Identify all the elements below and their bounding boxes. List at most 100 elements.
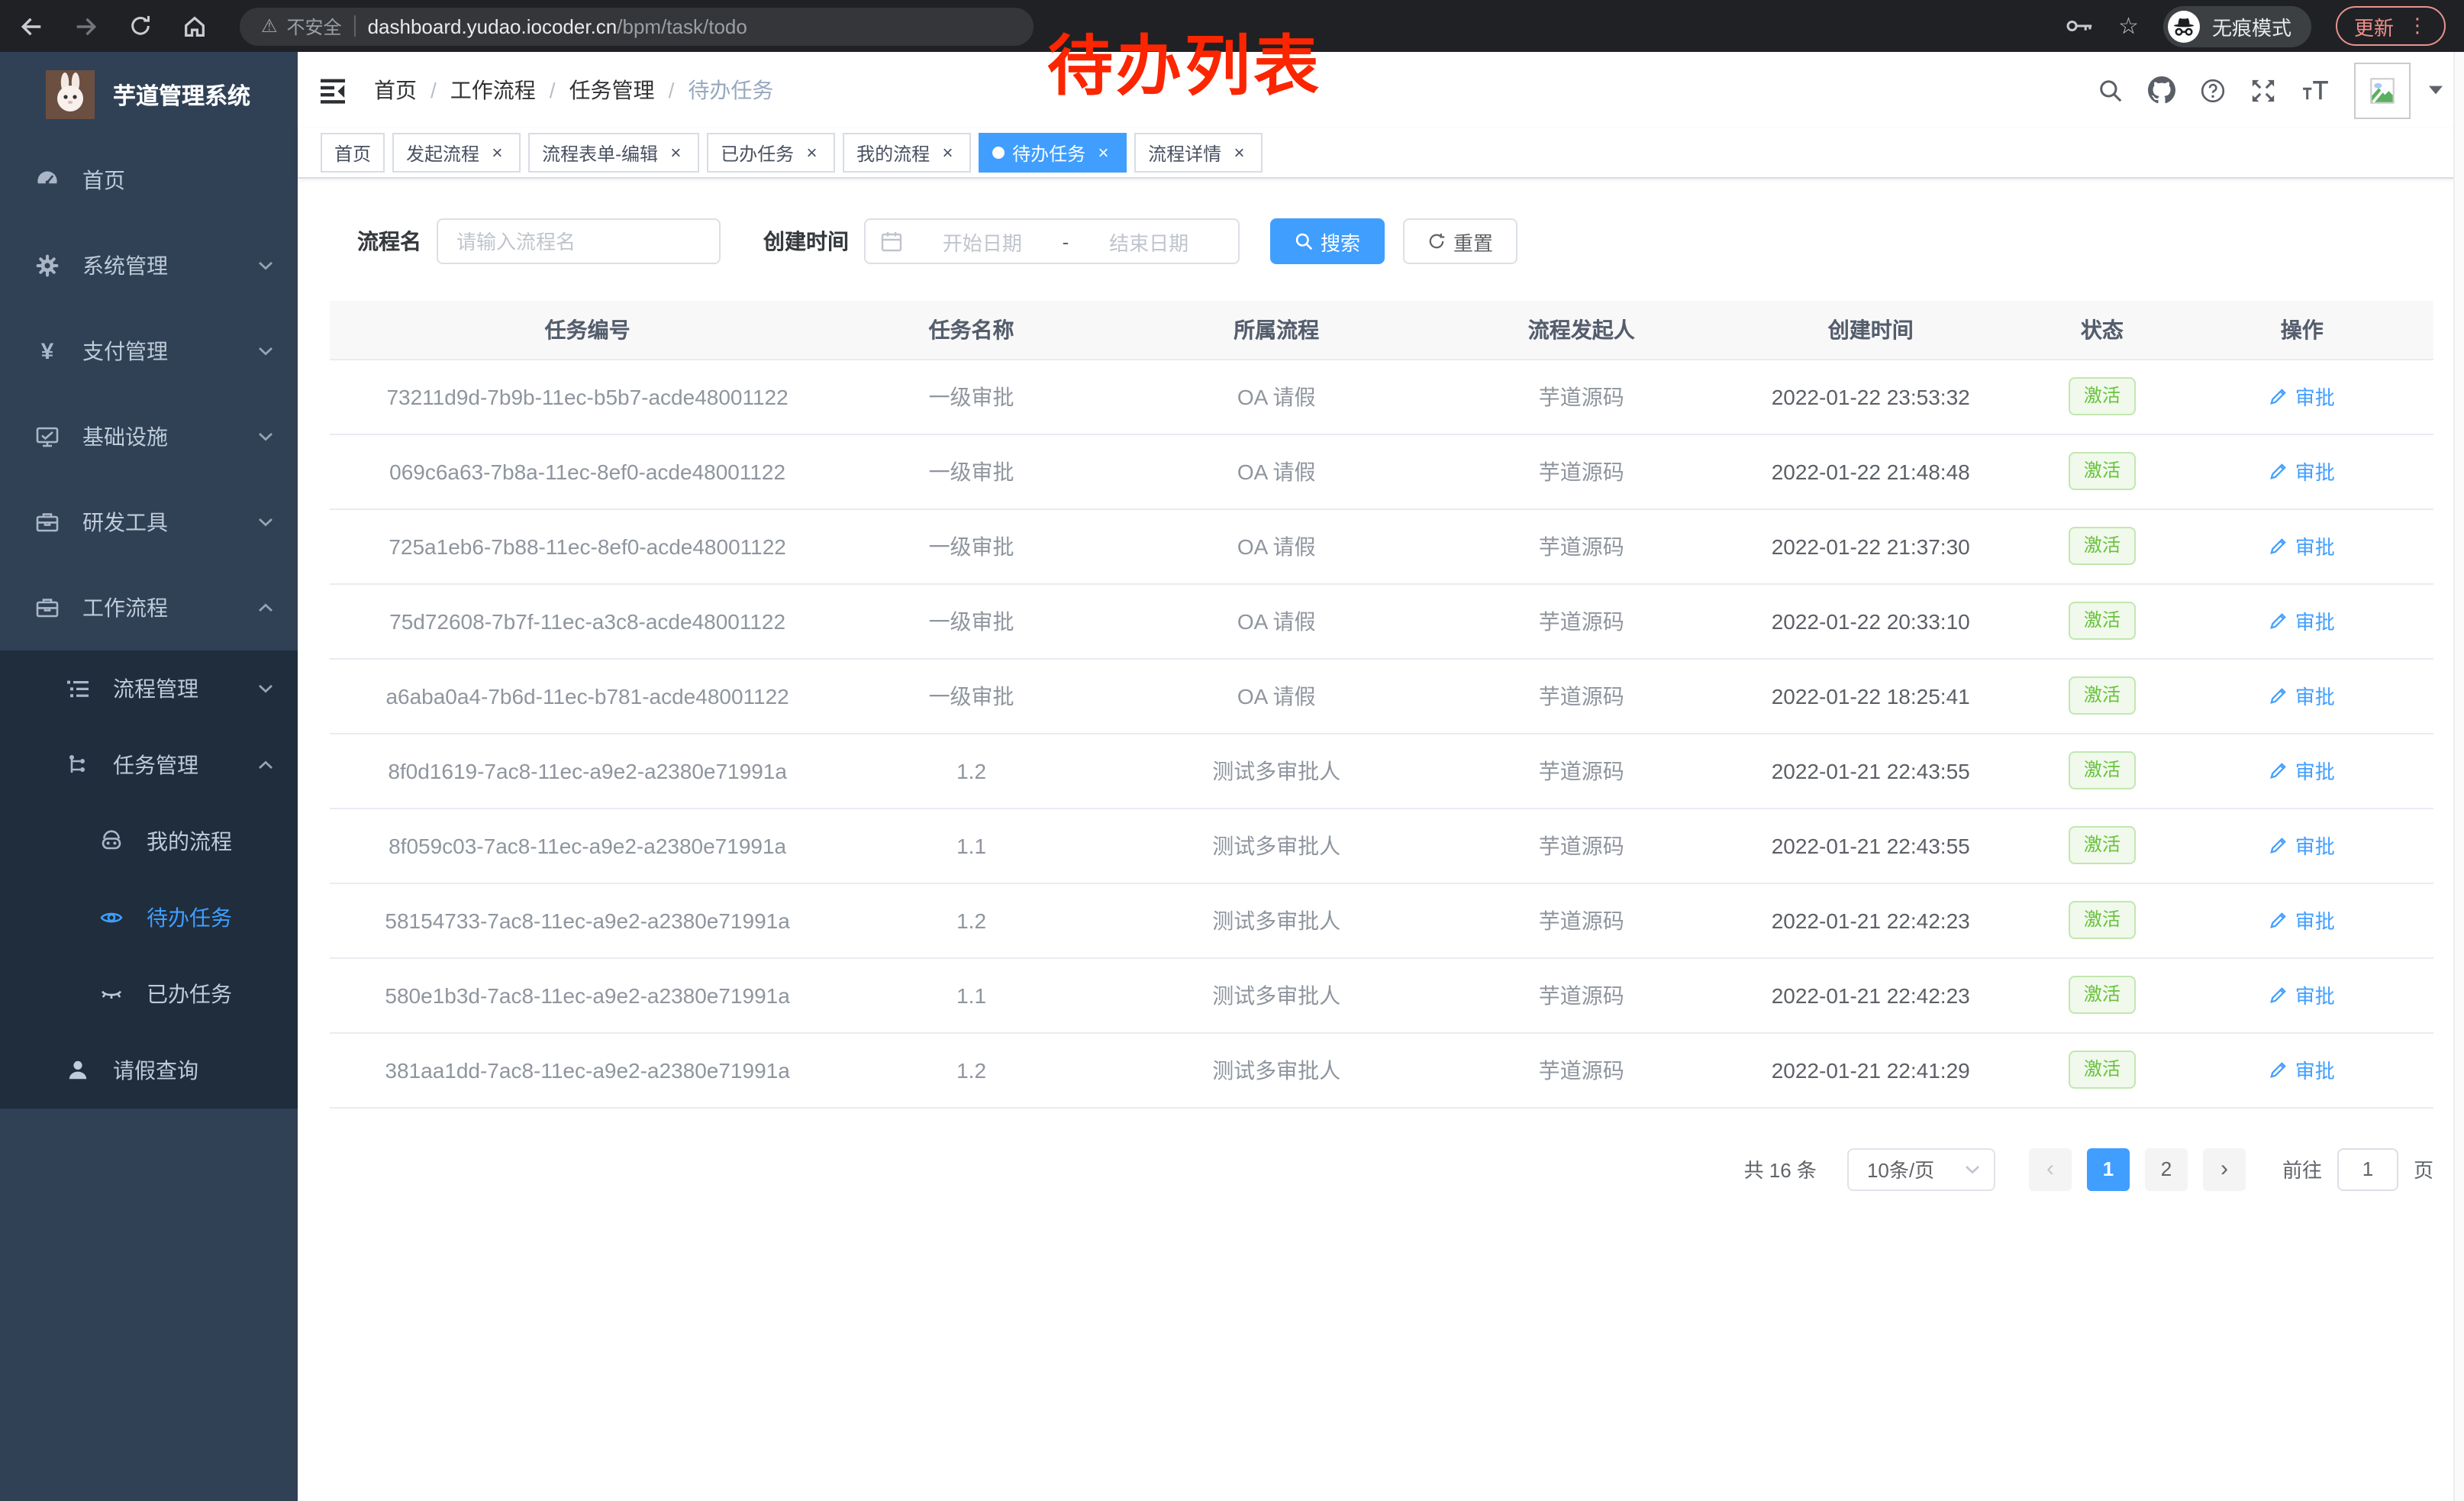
page-size-value: 10条/页 bbox=[1867, 1154, 1934, 1183]
sidebar-item-payment[interactable]: ¥ 支付管理 bbox=[0, 308, 298, 394]
approve-label: 审批 bbox=[2295, 531, 2335, 560]
security-chip[interactable]: ⚠ 不安全 bbox=[261, 13, 342, 39]
approve-link[interactable]: 审批 bbox=[2269, 831, 2335, 860]
tab-my-process[interactable]: 我的流程 bbox=[843, 133, 971, 173]
sidebar-item-label: 任务管理 bbox=[113, 750, 198, 780]
sidebar-item-label: 待办任务 bbox=[147, 902, 232, 933]
cell-task-id: 069c6a63-7b8a-11ec-8ef0-acde48001122 bbox=[330, 434, 845, 508]
approve-link[interactable]: 审批 bbox=[2269, 905, 2335, 934]
approve-link[interactable]: 审批 bbox=[2269, 531, 2335, 560]
update-button[interactable]: 更新 ⋮ bbox=[2336, 6, 2446, 46]
chevron-up-icon bbox=[258, 603, 273, 612]
tab-label: 流程详情 bbox=[1148, 140, 1221, 166]
github-icon[interactable] bbox=[2148, 76, 2175, 104]
bookmark-star-icon[interactable]: ☆ bbox=[2118, 12, 2139, 40]
approve-link[interactable]: 审批 bbox=[2269, 457, 2335, 486]
page-size-select[interactable]: 10条/页 bbox=[1847, 1148, 1995, 1190]
next-page-button[interactable]: › bbox=[2203, 1148, 2246, 1190]
close-icon[interactable] bbox=[666, 143, 685, 163]
close-icon[interactable] bbox=[1093, 143, 1113, 163]
caret-down-icon[interactable] bbox=[2429, 86, 2443, 95]
close-icon[interactable] bbox=[487, 143, 507, 163]
sidebar-item-done-tasks[interactable]: 已办任务 bbox=[0, 956, 298, 1032]
home-icon[interactable] bbox=[182, 13, 208, 39]
status-badge: 激活 bbox=[2069, 976, 2136, 1013]
approve-link[interactable]: 审批 bbox=[2269, 980, 2335, 1009]
tab-process-detail[interactable]: 流程详情 bbox=[1134, 133, 1263, 173]
create-time-label: 创建时间 bbox=[763, 226, 849, 257]
sidebar-collapse-icon[interactable] bbox=[319, 76, 347, 104]
tab-todo-tasks[interactable]: 待办任务 bbox=[979, 133, 1127, 173]
sidebar-item-task-management[interactable]: 任务管理 bbox=[0, 727, 298, 803]
sidebar-item-leave-query[interactable]: 请假查询 bbox=[0, 1032, 298, 1109]
sidebar: 芋道管理系统 首页 系统管理 ¥ 支付管理 bbox=[0, 52, 298, 1501]
sidebar-item-home[interactable]: 首页 bbox=[0, 137, 298, 223]
sidebar-item-dev-tools[interactable]: 研发工具 bbox=[0, 479, 298, 565]
address-bar[interactable]: ⚠ 不安全 dashboard.yudao.iocoder.cn/bpm/tas… bbox=[240, 7, 1034, 45]
key-icon[interactable] bbox=[2065, 17, 2094, 35]
sidebar-item-workflow[interactable]: 工作流程 bbox=[0, 565, 298, 650]
cell-process: OA 请假 bbox=[1098, 359, 1456, 434]
column-header-task-name: 任务名称 bbox=[845, 301, 1098, 359]
process-name-input[interactable] bbox=[437, 218, 721, 264]
cell-starter: 芋道源码 bbox=[1455, 583, 1708, 658]
incognito-label: 无痕模式 bbox=[2212, 11, 2291, 40]
app-logo[interactable]: 芋道管理系统 bbox=[0, 52, 298, 137]
chevron-down-icon bbox=[1965, 1164, 1980, 1173]
cell-actions: 审批 bbox=[2170, 808, 2433, 883]
status-badge: 激活 bbox=[2069, 752, 2136, 789]
date-range-picker[interactable]: 开始日期 - 结束日期 bbox=[864, 218, 1240, 264]
help-icon[interactable] bbox=[2200, 77, 2226, 103]
cell-task-id: 75d72608-7b7f-11ec-a3c8-acde48001122 bbox=[330, 583, 845, 658]
search-button[interactable]: 搜索 bbox=[1270, 218, 1385, 264]
reload-icon[interactable] bbox=[128, 14, 153, 38]
cell-starter: 芋道源码 bbox=[1455, 434, 1708, 508]
cell-starter: 芋道源码 bbox=[1455, 1032, 1708, 1107]
tab-process-form-edit[interactable]: 流程表单-编辑 bbox=[528, 133, 699, 173]
tab-done-tasks[interactable]: 已办任务 bbox=[707, 133, 835, 173]
back-icon[interactable] bbox=[18, 13, 44, 39]
cell-process: 测试多审批人 bbox=[1098, 808, 1456, 883]
font-size-icon[interactable] bbox=[2301, 79, 2330, 102]
close-icon[interactable] bbox=[937, 143, 957, 163]
page-button-1[interactable]: 1 bbox=[2087, 1148, 2130, 1190]
cell-status: 激活 bbox=[2033, 434, 2170, 508]
avatar[interactable] bbox=[2354, 62, 2411, 118]
sidebar-item-my-process[interactable]: 我的流程 bbox=[0, 803, 298, 880]
cell-actions: 审批 bbox=[2170, 957, 2433, 1032]
fullscreen-icon[interactable] bbox=[2250, 77, 2276, 103]
page-button-2[interactable]: 2 bbox=[2145, 1148, 2188, 1190]
reset-button[interactable]: 重置 bbox=[1403, 218, 1517, 264]
approve-link[interactable]: 审批 bbox=[2269, 606, 2335, 635]
navbar: 首页 / 工作流程 / 任务管理 / 待办任务 bbox=[298, 52, 2464, 128]
breadcrumb-item[interactable]: 首页 bbox=[374, 75, 417, 105]
approve-link[interactable]: 审批 bbox=[2269, 382, 2335, 411]
url-text[interactable]: dashboard.yudao.iocoder.cn/bpm/task/todo bbox=[368, 15, 747, 37]
tab-home[interactable]: 首页 bbox=[321, 133, 385, 173]
prev-page-button[interactable]: ‹ bbox=[2029, 1148, 2072, 1190]
cell-actions: 审批 bbox=[2170, 1032, 2433, 1107]
goto-page-input[interactable] bbox=[2337, 1148, 2398, 1190]
sidebar-item-todo-tasks[interactable]: 待办任务 bbox=[0, 880, 298, 956]
approve-link[interactable]: 审批 bbox=[2269, 681, 2335, 710]
sidebar-item-infrastructure[interactable]: 基础设施 bbox=[0, 394, 298, 479]
cell-task-id: 8f0d1619-7ac8-11ec-a9e2-a2380e71991a bbox=[330, 733, 845, 808]
approve-link[interactable]: 审批 bbox=[2269, 1055, 2335, 1084]
scrollbar-track[interactable] bbox=[2453, 52, 2464, 1501]
close-icon[interactable] bbox=[1229, 143, 1249, 163]
forward-icon[interactable] bbox=[73, 13, 99, 39]
incognito-badge: 无痕模式 bbox=[2163, 5, 2311, 47]
approve-label: 审批 bbox=[2295, 1055, 2335, 1084]
breadcrumb-item[interactable]: 工作流程 bbox=[450, 75, 536, 105]
breadcrumb-item[interactable]: 任务管理 bbox=[569, 75, 655, 105]
tab-start-process[interactable]: 发起流程 bbox=[392, 133, 521, 173]
search-icon[interactable] bbox=[2098, 77, 2124, 103]
approve-link[interactable]: 审批 bbox=[2269, 756, 2335, 785]
sidebar-item-label: 工作流程 bbox=[82, 592, 168, 623]
close-icon[interactable] bbox=[801, 143, 821, 163]
tags-view-bar: 首页 发起流程 流程表单-编辑 已办任务 我的流程 bbox=[298, 128, 2464, 179]
menu-dots-icon[interactable]: ⋮ bbox=[2408, 14, 2427, 38]
tab-label: 已办任务 bbox=[721, 140, 794, 166]
sidebar-item-process-management[interactable]: 流程管理 bbox=[0, 650, 298, 727]
sidebar-item-system[interactable]: 系统管理 bbox=[0, 223, 298, 308]
